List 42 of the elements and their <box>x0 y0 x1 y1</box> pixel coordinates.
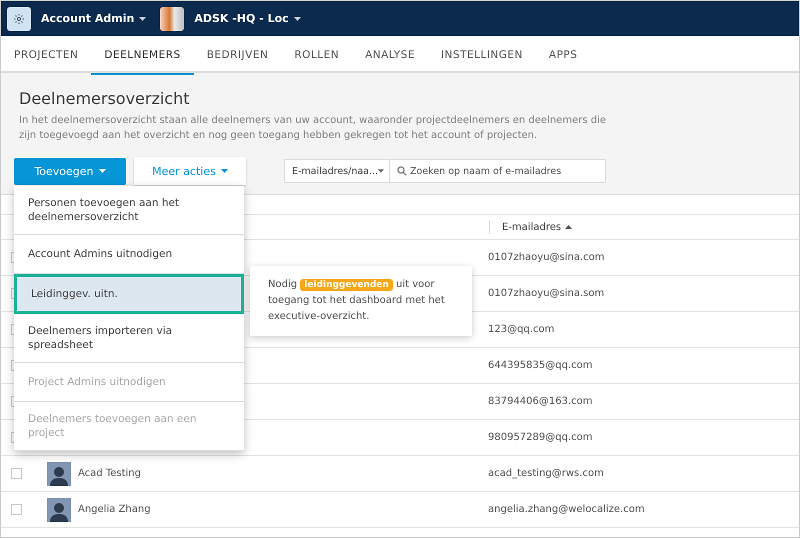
caret-icon <box>378 169 384 173</box>
menu-item[interactable]: Personen toevoegen aan het deelnemersoverzicht <box>14 186 244 235</box>
email-cell: 644395835@qq.com <box>488 360 592 371</box>
nav-tab[interactable]: ROLLEN <box>281 36 352 75</box>
project-menu[interactable]: ADSK -HQ - Loc <box>194 12 301 25</box>
tooltip-text: Nodig leidinggevenden uit voor toegang tot het dashboard met het executive-overzicht. <box>268 278 446 324</box>
avatar-silhouette <box>47 498 71 522</box>
menu-item[interactable]: Deelnemers importeren via spreadsheet <box>14 314 244 363</box>
nav-tab[interactable]: DEELNEMERS <box>91 36 194 75</box>
email-cell: 0107zhaoyu@sina.com <box>488 252 605 263</box>
column-header[interactable]: E-mailadres <box>489 220 572 234</box>
caret-icon <box>220 169 228 173</box>
page-title: Deelnemersoverzicht <box>19 89 191 108</box>
nav-tab[interactable]: ANALYSE <box>352 36 428 75</box>
page-description: In het deelnemersoverzicht staan alle deelnemers van uw account, waaronder projectdeelnemers en deelnemers die zijn toegevoegd aan het overzicht en nog geen toegang hebben gekregen tot het account of projecten. <box>19 114 607 143</box>
row-checkbox[interactable] <box>11 468 22 479</box>
filter-select[interactable]: E-mailadres/naa... <box>284 159 390 183</box>
account-menu[interactable]: Account Admin <box>41 12 146 25</box>
menu-item[interactable]: Leidinggev. uitn. <box>14 274 244 314</box>
caret-icon <box>139 16 146 20</box>
email-cell: 83794406@163.com <box>488 396 593 407</box>
avatar-silhouette <box>47 462 71 486</box>
email-cell: 980957289@qq.com <box>488 432 592 443</box>
nav-tab[interactable]: BEDRIJVEN <box>194 36 282 75</box>
nav-tab[interactable]: INSTELLINGEN <box>428 36 536 75</box>
menu-item[interactable]: Account Admins uitnodigen <box>14 235 244 274</box>
nav-tab[interactable]: PROJECTEN <box>1 36 92 75</box>
email-cell: angelia.zhang@welocalize.com <box>488 504 645 515</box>
email-cell: 123@qq.com <box>488 324 554 335</box>
email-cell: 0107zhaoyu@sina.som <box>488 288 604 299</box>
user-name: Angelia Zhang <box>78 504 151 515</box>
project-logo <box>160 6 184 30</box>
caret-icon <box>294 16 301 20</box>
settings-button[interactable] <box>7 6 31 30</box>
email-cell: acad_testing@rws.com <box>488 468 604 479</box>
sort-up-icon <box>565 225 572 229</box>
nav-tab[interactable]: APPS <box>536 36 590 75</box>
caret-icon <box>98 169 106 173</box>
user-name: Acad Testing <box>78 468 141 479</box>
search-field[interactable]: Zoeken op naam of e-mailadres <box>390 159 606 183</box>
row-checkbox[interactable] <box>11 504 22 515</box>
settings-icon <box>13 12 25 24</box>
